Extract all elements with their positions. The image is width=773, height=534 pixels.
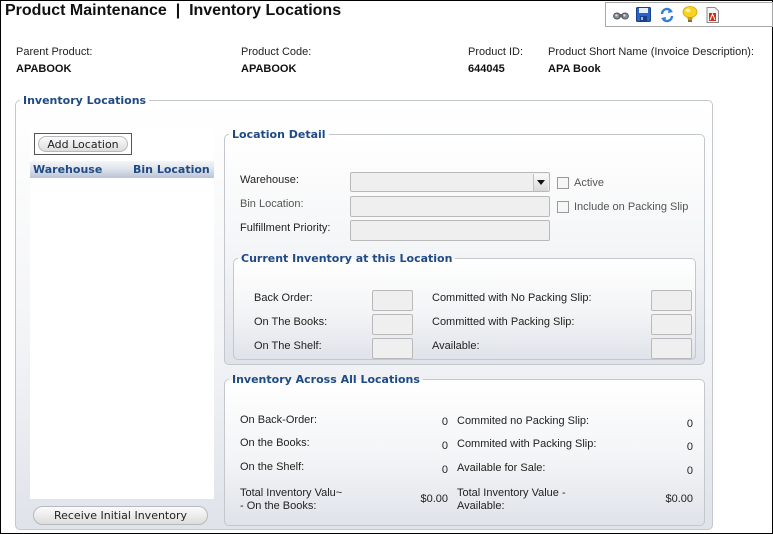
on-back-order-label: On Back-Order: [240,414,318,426]
back-order-input[interactable] [372,290,413,311]
total-inventory-value-books-label: Total Inventory Valu~ - On the Books: [240,487,342,513]
include-on-packing-slip-checkbox[interactable] [557,201,569,213]
all-on-the-books-label: On the Books: [240,437,310,449]
back-order-label: Back Order: [254,292,313,304]
chevron-down-icon [537,180,545,185]
current-inventory-legend: Current Inventory at this Location [241,252,453,265]
warehouse-select[interactable] [350,172,550,192]
lightbulb-icon[interactable] [681,6,698,23]
on-the-shelf-input[interactable] [372,338,413,359]
locations-list[interactable] [30,129,214,499]
locations-grid-header: Warehouse Bin Location [30,161,214,178]
committed-no-packing-slip-all-value: 0 [686,418,693,430]
all-on-the-shelf-value: 0 [441,464,448,476]
add-location-button-wrap: Add Location [34,133,132,155]
committed-no-packing-slip-label: Committed with No Packing Slip: [432,292,592,304]
available-label: Available: [432,340,480,352]
page-title: Product Maintenance | Inventory Location… [5,2,342,19]
report-icon[interactable] [704,6,721,23]
committed-no-packing-slip-input[interactable] [651,290,692,311]
refresh-icon[interactable] [658,6,675,23]
add-location-button[interactable]: Add Location [38,136,128,152]
available-for-sale-label: Available for Sale: [457,462,546,474]
committed-with-packing-slip-label: Committed with Packing Slip: [432,316,575,328]
product-code-label: Product Code: [241,46,312,58]
product-short-name-label: Product Short Name (Invoice Description)… [548,46,755,58]
inventory-across-all-locations-legend: Inventory Across All Locations [232,373,420,386]
all-on-the-books-value: 0 [441,440,448,452]
parent-product-field: Parent Product: APABOOK [16,46,92,75]
include-on-packing-slip-label: Include on Packing Slip [574,201,689,213]
total-inventory-value-books-value: $0.00 [420,493,448,505]
save-icon[interactable] [635,6,652,23]
committed-no-packing-slip-all-label: Commited no Packing Slip: [457,415,590,427]
on-the-shelf-label: On The Shelf: [254,340,322,352]
active-checkbox[interactable] [557,177,569,189]
total-inventory-value-books-label-line2: - On the Books: [240,500,317,512]
binoculars-icon[interactable] [612,6,629,23]
total-inventory-value-available-label-line1: Total Inventory Value - [457,487,566,499]
total-inventory-value-available-label: Total Inventory Value - Available: [457,487,566,513]
product-short-name-field: Product Short Name (Invoice Description)… [548,46,754,75]
bin-location-input[interactable] [350,196,550,217]
product-id-value: 644045 [468,63,505,75]
warehouse-dropdown-button[interactable] [533,174,548,191]
active-label: Active [574,177,604,189]
committed-with-packing-slip-all-value: 0 [686,441,693,453]
total-inventory-value-available-label-line2: Available: [457,500,505,512]
committed-with-packing-slip-input[interactable] [651,314,692,335]
product-id-field: Product ID: 644045 [468,46,523,75]
on-back-order-value: 0 [441,416,448,428]
warehouse-label: Warehouse: [240,174,299,186]
product-code-value: APABOOK [241,63,297,75]
on-the-books-label: On The Books: [254,316,328,328]
parent-product-value: APABOOK [16,63,72,75]
product-id-label: Product ID: [468,46,524,58]
receive-initial-inventory-wrap: Receive Initial Inventory [33,506,208,525]
fulfillment-priority-label: Fulfillment Priority: [240,222,331,234]
receive-initial-inventory-button[interactable]: Receive Initial Inventory [33,506,208,525]
inventory-locations-legend: Inventory Locations [23,94,147,107]
all-on-the-shelf-label: On the Shelf: [240,461,305,473]
product-short-name-value: APA Book [548,63,601,75]
column-header-bin-location[interactable]: Bin Location [133,163,210,176]
on-the-books-input[interactable] [372,314,413,335]
bin-location-label: Bin Location: [240,198,304,210]
column-header-warehouse[interactable]: Warehouse [33,163,133,176]
toolbar [605,2,773,27]
parent-product-label: Parent Product: [16,46,93,58]
product-code-field: Product Code: APABOOK [241,46,311,75]
total-inventory-value-available-value: $0.00 [665,493,693,505]
total-inventory-value-books-label-line1: Total Inventory Valu~ [240,487,343,499]
available-input[interactable] [651,338,692,359]
fulfillment-priority-input[interactable] [350,220,550,241]
committed-with-packing-slip-all-label: Commited with Packing Slip: [457,438,597,450]
location-detail-legend: Location Detail [232,128,326,141]
available-for-sale-value: 0 [686,465,693,477]
